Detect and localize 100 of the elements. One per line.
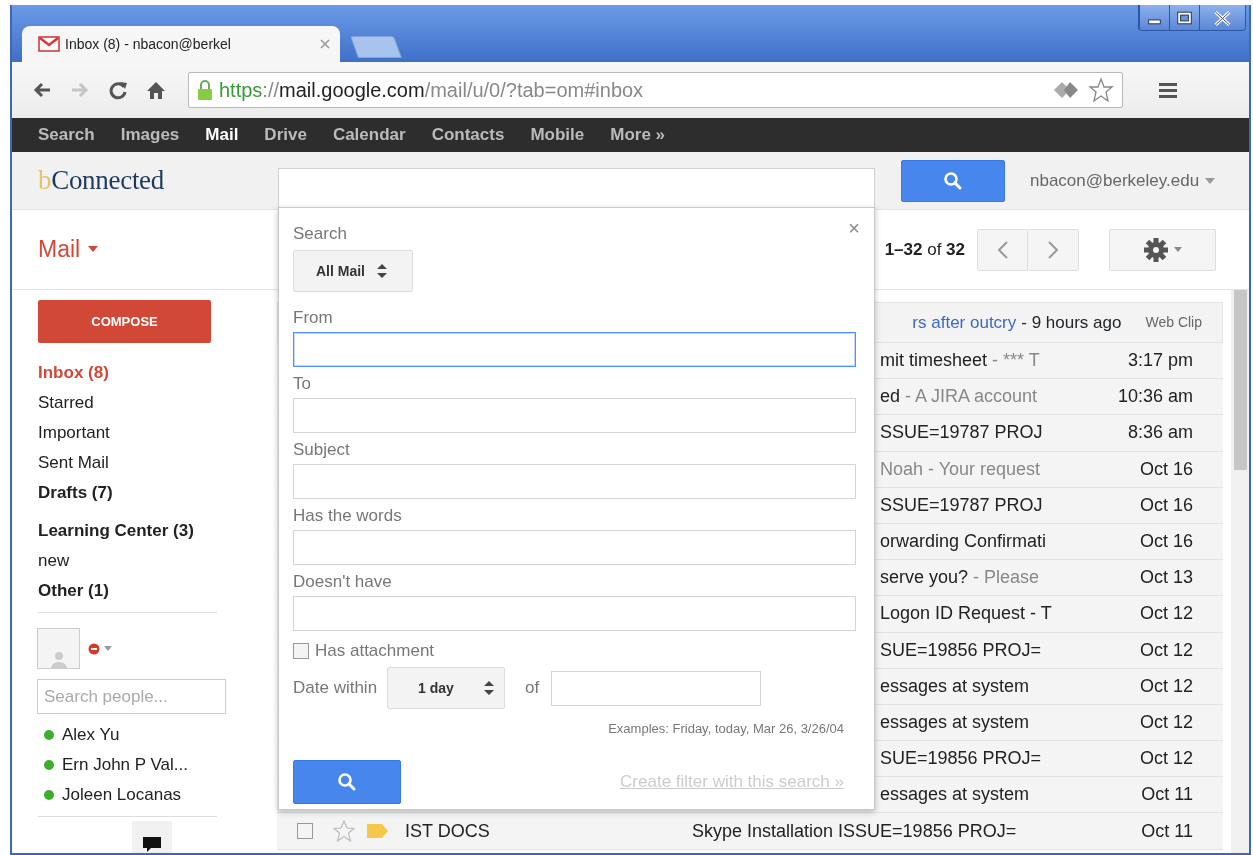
folder-item[interactable]: Starred	[12, 388, 277, 418]
nav-link[interactable]: Drive	[264, 122, 307, 148]
date-field[interactable]	[551, 670, 762, 706]
message-row[interactable]: IST DOCS Skype Installation ISSUE=19856 PROJ= Oct 11	[277, 813, 1223, 850]
dialog-title: Search	[293, 223, 347, 245]
message-snippet: Skype Installation ISSUE=19856 PROJ=	[692, 819, 1017, 843]
search-button[interactable]	[293, 759, 401, 804]
up-down-arrows-icon	[377, 264, 387, 278]
message-snippet: SSUE=19787 PROJ	[880, 421, 1043, 445]
next-page-button[interactable]	[1028, 228, 1079, 271]
message-snippet: essages at system	[880, 674, 1030, 698]
nav-link[interactable]: Search	[38, 122, 95, 148]
label-item[interactable]: Learning Center (3)	[12, 516, 277, 546]
message-date: 10:36 am	[1117, 385, 1193, 409]
message-snippet: essages at system	[880, 783, 1030, 807]
settings-icon	[1143, 237, 1168, 262]
message-snippet: essages at system	[880, 710, 1030, 734]
date-within-label: Date within	[293, 677, 378, 699]
nav-link[interactable]: Mobile	[530, 122, 585, 148]
chevron-left-icon	[996, 239, 1009, 260]
settings-button[interactable]	[1109, 228, 1216, 271]
field-label: Has the words	[293, 505, 403, 527]
contact-name[interactable]: Alex Yu	[62, 722, 120, 748]
menu-icon[interactable]	[1159, 81, 1177, 99]
label-tag-icon[interactable]	[367, 823, 389, 840]
checkbox[interactable]	[293, 643, 309, 659]
field-label: To	[293, 373, 312, 395]
people-search-field[interactable]: Search people...	[37, 679, 226, 714]
message-date: Oct 16	[1139, 457, 1193, 481]
message-date: Oct 16	[1139, 493, 1193, 517]
caret-icon	[88, 246, 99, 253]
field-label: From	[293, 307, 334, 329]
scope-select[interactable]: All Mail	[293, 250, 413, 292]
checkbox-label: Has attachment	[315, 640, 435, 662]
contact-name[interactable]: Ern John P Val...	[62, 752, 188, 778]
scrollbar-thumb[interactable]	[1234, 290, 1247, 470]
input-field[interactable]	[293, 464, 856, 499]
avatar[interactable]	[37, 628, 80, 669]
input-field[interactable]	[293, 398, 856, 433]
message-date: Oct 12	[1139, 674, 1193, 698]
address-bar[interactable]: https://mail.google.com/mail/u/0/?tab=om#inbox	[188, 72, 1123, 108]
folder-item[interactable]: Important	[12, 418, 277, 448]
nav-link[interactable]: Calendar	[332, 122, 406, 148]
nav-link[interactable]: Contacts	[431, 122, 505, 148]
message-snippet: serve you? - Please	[880, 566, 1040, 590]
message-snippet: mit timesheet - *** T	[880, 349, 1040, 373]
person-icon	[49, 650, 68, 668]
nav-link[interactable]: Images	[120, 122, 180, 148]
envelope-icon	[38, 36, 60, 52]
previous-page-button[interactable]	[977, 228, 1028, 271]
logo: bConnected	[37, 164, 165, 198]
web-clip-headline[interactable]: rs after outcry - 9 hours ago	[912, 309, 1122, 336]
message-snippet: SUE=19856 PROJ=	[880, 747, 1042, 771]
field-label: Subject	[293, 439, 351, 461]
home-icon[interactable]	[146, 80, 166, 100]
label-item[interactable]: Other (1)	[12, 576, 277, 606]
url-text: https://mail.google.com/mail/u/0/?tab=om#inbox	[219, 78, 644, 103]
message-snippet: orwarding Confirmati	[880, 530, 1047, 554]
search-icon	[943, 170, 963, 191]
input-field[interactable]	[293, 596, 856, 631]
message-date: Oct 12	[1139, 602, 1193, 626]
account-menu[interactable]: nbacon@berkeley.edu	[1030, 167, 1200, 194]
contact-name[interactable]: Joleen Locanas	[62, 782, 182, 808]
browser-tab[interactable]: Inbox (8) - nbacon@berkel	[22, 26, 340, 62]
sender-name: IST DOCS	[405, 819, 491, 843]
search-button[interactable]	[901, 159, 1005, 202]
close-button[interactable]: ×	[848, 218, 860, 238]
close-icon[interactable]	[320, 39, 330, 49]
of-label: of	[525, 677, 540, 699]
nav-link[interactable]: Mail	[205, 122, 239, 148]
message-date: Oct 13	[1139, 566, 1193, 590]
label-item[interactable]: new	[12, 546, 277, 576]
new-tab-button[interactable]	[350, 36, 402, 58]
folder-item[interactable]: Sent Mail	[12, 448, 277, 478]
chevron-right-icon	[1047, 239, 1059, 260]
speech-bubble-icon	[143, 837, 161, 853]
compose-button[interactable]: COMPOSE	[38, 300, 211, 343]
checkbox[interactable]	[297, 823, 313, 840]
input-field[interactable]	[293, 332, 856, 367]
message-date: Oct 11	[1141, 783, 1193, 807]
star-icon[interactable]	[333, 820, 355, 843]
message-date: Oct 12	[1139, 638, 1193, 662]
star-icon[interactable]	[1088, 77, 1114, 103]
scrollbar[interactable]	[1231, 290, 1249, 853]
page-count: 1–32 of 32	[884, 238, 965, 261]
message-snippet: Logon ID Request - T	[880, 602, 1052, 626]
message-snippet: SUE=19856 PROJ=	[880, 638, 1042, 662]
caret-icon	[1173, 247, 1182, 252]
nav-link[interactable]: More »	[610, 122, 665, 148]
caret-icon	[104, 646, 112, 651]
mail-menu[interactable]: Mail	[38, 236, 81, 263]
folder-item[interactable]: Drafts (7)	[12, 478, 277, 508]
reload-icon[interactable]	[108, 80, 128, 100]
back-arrow-icon[interactable]	[32, 80, 52, 100]
message-snippet: SSUE=19787 PROJ	[880, 493, 1043, 517]
status-menu[interactable]	[88, 642, 112, 655]
search-field[interactable]	[278, 168, 875, 208]
date-range-select[interactable]: 1 day	[387, 667, 506, 709]
message-date: Oct 12	[1139, 747, 1193, 771]
input-field[interactable]	[293, 530, 856, 565]
